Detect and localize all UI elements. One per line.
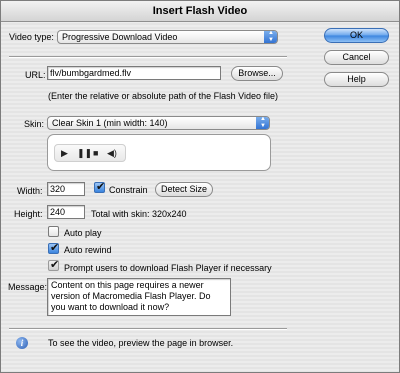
prompt-label: Prompt users to download Flash Player if… [64, 263, 272, 273]
url-label: URL: [25, 70, 46, 80]
video-type-select[interactable]: Progressive Download Video ▲ ▼ [57, 30, 278, 44]
auto-rewind-checkbox[interactable] [48, 241, 59, 254]
detect-size-button[interactable]: Detect Size [155, 182, 213, 197]
select-arrows-icon: ▲ ▼ [256, 117, 269, 129]
play-icon: ▶ [61, 148, 68, 158]
total-with-skin: Total with skin: 320x240 [91, 209, 187, 219]
skin-preview: ▶ ❚❚ ■ ◀) [47, 134, 271, 171]
select-arrows-icon: ▲ ▼ [264, 31, 277, 43]
skin-label: Skin: [24, 119, 45, 129]
height-label: Height: [14, 209, 43, 219]
info-icon: i [16, 337, 28, 349]
width-label: Width: [17, 186, 43, 196]
url-hint: (Enter the relative or absolute path of … [48, 91, 278, 101]
auto-play-checkbox[interactable] [48, 226, 59, 237]
height-input[interactable]: 240 [47, 205, 85, 219]
info-text: To see the video, preview the page in br… [48, 338, 234, 348]
pause-icon: ❚❚ [77, 148, 93, 158]
help-button[interactable]: Help [324, 72, 389, 87]
url-input[interactable]: flv/bumbgardmed.flv [47, 66, 221, 80]
skin-select[interactable]: Clear Skin 1 (min width: 140) ▲ ▼ [47, 116, 270, 130]
stop-icon: ■ [93, 148, 99, 158]
prompt-checkbox[interactable] [48, 258, 59, 271]
skin-controlbar: ▶ ❚❚ ■ ◀) [54, 144, 126, 162]
constrain-checkbox[interactable] [94, 180, 105, 193]
window-title: Insert Flash Video [1, 1, 399, 22]
volume-icon: ◀) [107, 148, 117, 158]
auto-play-label: Auto play [64, 228, 102, 238]
dialog-window: Insert Flash Video Video type: Progressi… [0, 0, 400, 373]
video-type-label: Video type: [9, 32, 54, 42]
divider [9, 328, 287, 330]
message-textarea[interactable]: Content on this page requires a newer ve… [47, 278, 231, 316]
divider [9, 56, 287, 58]
constrain-label: Constrain [109, 185, 148, 195]
video-type-value: Progressive Download Video [62, 32, 178, 42]
browse-button[interactable]: Browse... [231, 66, 283, 81]
ok-button[interactable]: OK [324, 28, 389, 43]
cancel-button[interactable]: Cancel [324, 50, 389, 65]
skin-value: Clear Skin 1 (min width: 140) [52, 118, 168, 128]
width-input[interactable]: 320 [47, 182, 85, 196]
message-label: Message: [8, 282, 48, 292]
auto-rewind-label: Auto rewind [64, 245, 112, 255]
